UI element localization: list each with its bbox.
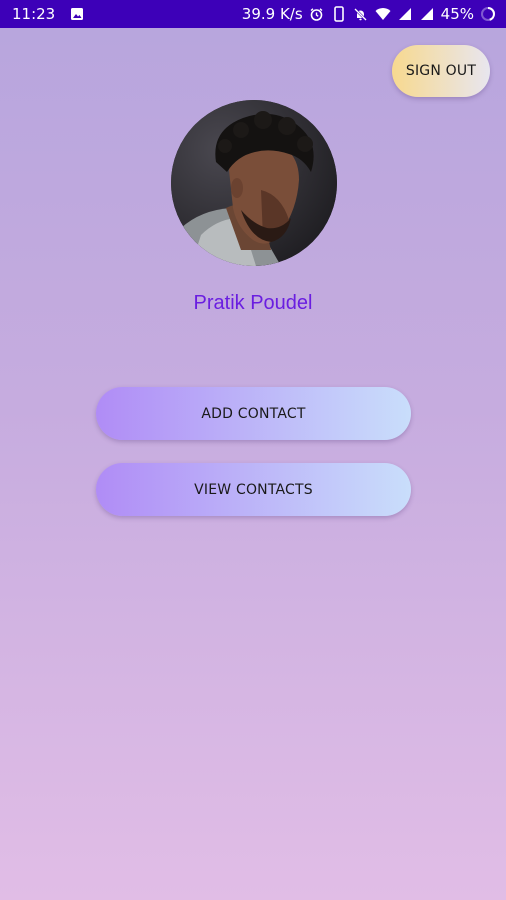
signal-icon (419, 6, 435, 22)
vibrate-icon (331, 6, 347, 22)
image-icon (69, 6, 85, 22)
wifi-icon (375, 6, 391, 22)
home-screen: 11:23 39.9 K/s 45% SIGN OUT Pratik Poude… (0, 0, 506, 900)
avatar (171, 100, 337, 266)
mute-icon (353, 6, 369, 22)
battery-percent: 45% (440, 5, 474, 23)
status-bar: 11:23 39.9 K/s 45% (0, 0, 506, 28)
add-contact-button[interactable]: ADD CONTACT (96, 387, 411, 440)
network-speed: 39.9 K/s (241, 5, 303, 23)
signal-icon (397, 6, 413, 22)
user-name: Pratik Poudel (193, 292, 313, 314)
battery-icon (480, 6, 496, 22)
view-contacts-button[interactable]: VIEW CONTACTS (96, 463, 411, 516)
sign-out-button[interactable]: SIGN OUT (392, 45, 490, 97)
status-time: 11:23 (12, 5, 56, 23)
alarm-icon (309, 6, 325, 22)
